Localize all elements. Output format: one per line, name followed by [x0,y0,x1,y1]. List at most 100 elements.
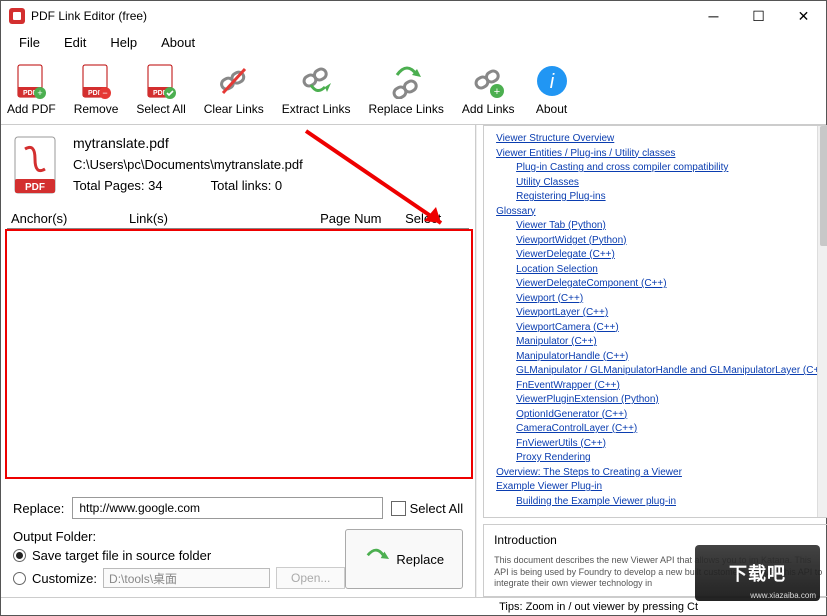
app-logo-icon [9,8,25,24]
radio-save-source-label: Save target file in source folder [32,548,211,563]
doc-link[interactable]: Example Viewer Plug-in [496,480,827,495]
selectall-label: Select All [410,501,463,516]
svg-text:+: + [38,88,43,98]
svg-text:PDF: PDF [25,182,45,193]
doc-link[interactable]: FnEventWrapper (C++) [516,379,827,394]
watermark: 下载吧 www.xiazaiba.com [695,545,820,601]
menu-help[interactable]: Help [98,33,149,52]
toolbar-remove[interactable]: PDF− Remove [74,62,119,116]
doc-link[interactable]: Utility Classes [516,176,827,191]
replace-button[interactable]: Replace [345,529,463,589]
toolbar-add-links[interactable]: + Add Links [462,62,515,116]
title-bar: PDF Link Editor (free) ─ ☐ ✕ [1,1,826,31]
svg-text:i: i [549,71,554,93]
toolbar-clear-links[interactable]: Clear Links [204,62,264,116]
close-button[interactable]: ✕ [781,1,826,31]
menu-about[interactable]: About [149,33,207,52]
doc-link[interactable]: Building the Example Viewer plug-in [516,495,827,510]
col-link[interactable]: Link(s) [129,211,320,226]
table-body[interactable] [7,229,469,489]
annotation-highlight-box [5,229,473,479]
doc-link[interactable]: GLManipulator / GLManipulatorHandle and … [516,364,827,379]
open-folder-button[interactable]: Open... [276,567,345,589]
doc-link[interactable]: Registering Plug-ins [516,190,827,205]
replace-button-label: Replace [396,552,444,567]
svg-text:−: − [102,88,107,98]
right-panel: Viewer Structure OverviewViewer Entities… [476,125,827,597]
doc-link[interactable]: FnViewerUtils (C++) [516,437,827,452]
pdf-add-icon: PDF+ [12,62,50,100]
menu-bar: File Edit Help About [1,31,826,53]
toolbar: PDF+ Add PDF PDF− Remove PDF Select All … [1,53,826,125]
doc-link[interactable]: Overview: The Steps to Creating a Viewer [496,466,827,481]
watermark-url: www.xiazaiba.com [750,591,816,600]
col-select[interactable]: Select [405,211,465,226]
doc-link[interactable]: ViewerDelegateComponent (C++) [516,277,827,292]
doc-link[interactable]: ViewportCamera (C++) [516,321,827,336]
file-name: mytranslate.pdf [73,135,303,151]
pdf-remove-icon: PDF− [77,62,115,100]
scrollbar[interactable] [817,126,827,517]
toolbar-remove-label: Remove [74,102,119,116]
toolbar-extract-links[interactable]: Extract Links [282,62,351,116]
doc-link[interactable]: Proxy Rendering [516,451,827,466]
replace-links-icon [387,62,425,100]
extract-links-icon [297,62,335,100]
radio-customize-label: Customize: [32,571,97,586]
doc-link[interactable]: Plug-in Casting and cross compiler compa… [516,161,827,176]
doc-link[interactable]: Location Selection [516,263,827,278]
toolbar-add-pdf[interactable]: PDF+ Add PDF [7,62,56,116]
doc-link[interactable]: Viewer Entities / Plug-ins / Utility cla… [496,147,827,162]
menu-edit[interactable]: Edit [52,33,98,52]
toolbar-extract-label: Extract Links [282,102,351,116]
toolbar-addlinks-label: Add Links [462,102,515,116]
toolbar-clear-label: Clear Links [204,102,264,116]
output-folder-label: Output Folder: [13,529,345,544]
window-title: PDF Link Editor (free) [31,9,147,23]
left-panel: PDF mytranslate.pdf C:\Users\pc\Document… [1,125,476,597]
pdf-selectall-icon: PDF [142,62,180,100]
pdf-document-icon: PDF [13,135,59,195]
toolbar-selectall-label: Select All [136,102,185,116]
total-links: Total links: 0 [211,178,283,193]
doc-link[interactable]: OptionIdGenerator (C++) [516,408,827,423]
col-page[interactable]: Page Num [320,211,405,226]
clear-links-icon [215,62,253,100]
watermark-text: 下载吧 [729,560,786,586]
maximize-button[interactable]: ☐ [736,1,781,31]
doc-link[interactable]: Manipulator (C++) [516,335,827,350]
radio-save-source[interactable] [13,549,26,562]
radio-customize[interactable] [13,572,26,585]
total-pages: Total Pages: 34 [73,178,163,193]
doc-link[interactable]: ViewerDelegate (C++) [516,248,827,263]
status-tip: Tips: Zoom in / out viewer by pressing C… [499,601,698,613]
replace-label: Replace: [13,501,64,516]
add-links-icon: + [469,62,507,100]
toolbar-about-label: About [536,102,567,116]
minimize-button[interactable]: ─ [691,1,736,31]
toolbar-about[interactable]: i About [533,62,571,116]
svg-text:+: + [494,86,500,98]
doc-link[interactable]: Viewport (C++) [516,292,827,307]
doc-link[interactable]: Viewer Structure Overview [496,132,827,147]
replace-input[interactable] [72,497,382,519]
file-path: C:\Users\pc\Documents\mytranslate.pdf [73,157,303,172]
viewer-links-panel[interactable]: Viewer Structure OverviewViewer Entities… [483,125,827,518]
doc-link[interactable]: ViewportWidget (Python) [516,234,827,249]
doc-link[interactable]: Glossary [496,205,827,220]
replace-arrow-icon [364,547,390,571]
col-anchor[interactable]: Anchor(s) [11,211,129,226]
file-info: PDF mytranslate.pdf C:\Users\pc\Document… [7,125,469,209]
selectall-checkbox[interactable] [391,501,406,516]
doc-link[interactable]: Viewer Tab (Python) [516,219,827,234]
menu-file[interactable]: File [7,33,52,52]
doc-link[interactable]: ManipulatorHandle (C++) [516,350,827,365]
custom-path-input[interactable] [103,568,270,588]
toolbar-replace-links[interactable]: Replace Links [368,62,443,116]
toolbar-add-pdf-label: Add PDF [7,102,56,116]
doc-link[interactable]: CameraControlLayer (C++) [516,422,827,437]
doc-link[interactable]: ViewerPluginExtension (Python) [516,393,827,408]
toolbar-select-all[interactable]: PDF Select All [136,62,185,116]
table-header: Anchor(s) Link(s) Page Num Select [7,209,469,229]
doc-link[interactable]: ViewportLayer (C++) [516,306,827,321]
